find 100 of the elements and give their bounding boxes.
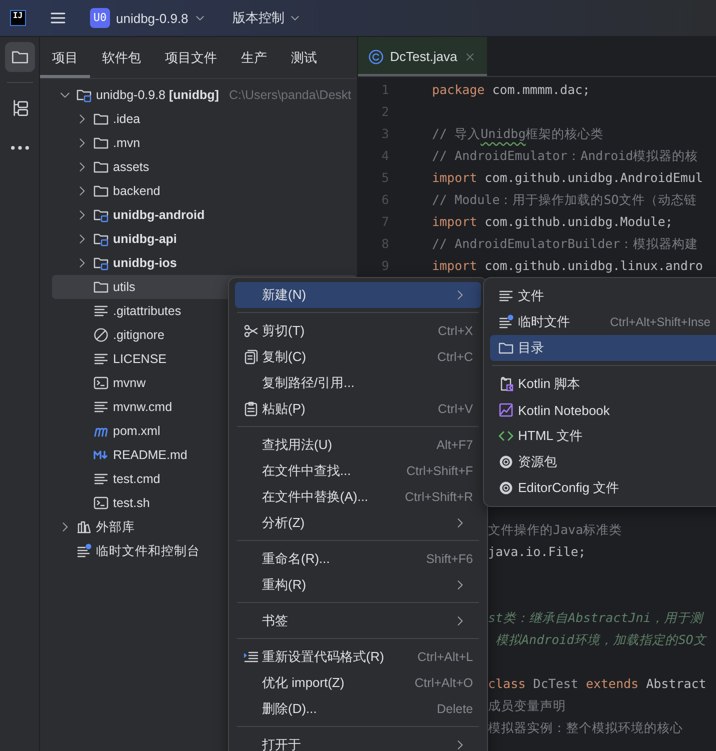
menu-item[interactable]: 优化 import(Z) Ctrl+Alt+O: [235, 670, 481, 696]
menu-item[interactable]: Kotlin 脚本: [490, 371, 716, 397]
panel-tab[interactable]: 测试: [279, 37, 329, 78]
menu-item[interactable]: 文件: [490, 283, 716, 309]
shortcut-text: Delete: [436, 702, 473, 716]
menu-item[interactable]: 粘贴(P) Ctrl+V: [235, 396, 481, 422]
tree-item[interactable]: unidbg-android: [52, 203, 357, 227]
notebook-chart-icon: [498, 402, 514, 418]
tree-item[interactable]: unidbg-api: [52, 227, 357, 251]
text-file-icon: [93, 399, 109, 415]
code-line: 文件操作的Java标准类: [488, 521, 622, 539]
scissors-icon: [243, 323, 259, 339]
text-file-icon: [93, 471, 109, 487]
menu-item[interactable]: 删除(D)... Delete: [235, 696, 481, 722]
project-switcher[interactable]: U0 unidbg-0.9.8: [90, 8, 206, 28]
project-badge: U0: [90, 8, 110, 28]
module-folder-icon: [93, 255, 109, 271]
menu-item[interactable]: 新建(N): [235, 282, 481, 308]
shortcut-text: Alt+F7: [436, 438, 473, 452]
reformat-icon: [243, 649, 259, 665]
tree-item[interactable]: assets: [52, 155, 357, 179]
module-folder-icon: [93, 231, 109, 247]
app-logo: IJ: [10, 10, 26, 26]
menu-item[interactable]: 分析(Z): [235, 510, 481, 536]
shortcut-text: Ctrl+Alt+L: [417, 650, 473, 664]
menu-item[interactable]: 目录: [490, 335, 716, 361]
menu-item[interactable]: 资源包: [490, 449, 716, 475]
menu-item[interactable]: EditorConfig 文件: [490, 475, 716, 501]
scratch-file-icon: [498, 314, 514, 330]
terminal-icon: [93, 375, 109, 391]
module-folder-icon: [76, 87, 92, 103]
tree-item[interactable]: unidbg-0.9.8 [unidbg] C:\Users\panda\Deskt: [52, 83, 357, 107]
shortcut-text: Ctrl+X: [438, 324, 473, 338]
code-line: // AndroidEmulator：Android模拟器的核: [432, 147, 698, 165]
text-file-icon: [498, 288, 514, 304]
panel-tab[interactable]: 软件包: [90, 37, 153, 78]
panel-tab[interactable]: 项目文件: [153, 37, 229, 78]
menu-item[interactable]: 临时文件 Ctrl+Alt+Shift+Inse: [490, 309, 716, 335]
menu-item[interactable]: HTML 文件: [490, 423, 716, 449]
class-icon: [368, 48, 384, 64]
menu-item[interactable]: 复制路径/引用...: [235, 370, 481, 396]
structure-icon: [10, 99, 28, 117]
terminal-icon: [93, 495, 109, 511]
tree-item[interactable]: .mvn: [52, 131, 357, 155]
module-folder-icon: [93, 207, 109, 223]
vcs-menu[interactable]: 版本控制: [232, 9, 302, 27]
code-line: // Module：用于操作加载的SO文件（动态链: [432, 191, 697, 209]
code-line: // AndroidEmulatorBuilder：模拟器构建: [432, 235, 698, 253]
code-line: 成员变量声明: [488, 697, 566, 715]
folder-icon: [93, 183, 109, 199]
more-icon: [10, 146, 28, 150]
panel-tab[interactable]: 项目: [40, 37, 90, 78]
code-line: import com.github.unidbg.linux.andro: [432, 257, 703, 275]
text-file-icon: [93, 351, 109, 367]
menu-item[interactable]: 重构(R): [235, 572, 481, 598]
code-line: package com.mmmm.dac;: [432, 81, 590, 99]
tree-item[interactable]: .idea: [52, 107, 357, 131]
folder-icon: [93, 135, 109, 151]
code-line: import com.github.unidbg.Module;: [432, 213, 673, 231]
code-line: st类：继承自AbstractJni，用于测: [488, 609, 703, 627]
project-tool-button[interactable]: [4, 42, 34, 72]
tree-item[interactable]: unidbg-ios: [52, 251, 357, 275]
menu-item[interactable]: Kotlin Notebook: [490, 397, 716, 423]
code-line: // 导入Unidbg框架的核心类: [432, 125, 604, 143]
code-line: class DcTest extends Abstract: [488, 675, 706, 693]
shortcut-text: Ctrl+Shift+F: [406, 464, 473, 478]
shortcut-text: Ctrl+V: [438, 402, 473, 416]
code-line: java.io.File;: [488, 543, 586, 561]
folder-icon: [93, 159, 109, 175]
menu-item[interactable]: 查找用法(U) Alt+F7: [235, 432, 481, 458]
menu-item[interactable]: 在文件中替换(A)... Ctrl+Shift+R: [235, 484, 481, 510]
menu-icon[interactable]: [50, 10, 66, 26]
menu-item[interactable]: 剪切(T) Ctrl+X: [235, 318, 481, 344]
shortcut-text: Ctrl+Alt+Shift+Inse: [610, 315, 710, 329]
library-icon: [76, 519, 92, 535]
code-line: 模拟Android环境，加载指定的SO文: [494, 631, 706, 649]
kotlin-script-icon: [498, 376, 514, 392]
folder-icon: [93, 279, 109, 295]
shortcut-text: Ctrl+C: [437, 350, 473, 364]
menu-item[interactable]: 在文件中查找... Ctrl+Shift+F: [235, 458, 481, 484]
folder-icon: [93, 111, 109, 127]
shortcut-text: Ctrl+Alt+O: [414, 676, 473, 690]
menu-item[interactable]: 书签: [235, 608, 481, 634]
shortcut-text: Shift+F6: [426, 552, 473, 566]
shortcut-text: Ctrl+Shift+R: [404, 490, 473, 504]
editor-tab[interactable]: DcTest.java: [358, 37, 488, 76]
folder-icon: [498, 340, 514, 356]
menu-item[interactable]: 重新设置代码格式(R) Ctrl+Alt+L: [235, 644, 481, 670]
prohibited-icon: [93, 327, 109, 343]
clipboard-icon: [243, 401, 259, 417]
tree-item[interactable]: backend: [52, 179, 357, 203]
menu-item[interactable]: 复制(C) Ctrl+C: [235, 344, 481, 370]
menu-item[interactable]: 打开于: [235, 732, 481, 751]
menu-item[interactable]: 重命名(R)... Shift+F6: [235, 546, 481, 572]
copy-icon: [243, 349, 259, 365]
text-file-icon: [93, 303, 109, 319]
scratch-file-icon: [76, 543, 92, 559]
panel-tab[interactable]: 生产: [229, 37, 279, 78]
code-line: 模拟器实例：整个模拟环境的核心: [488, 719, 683, 737]
path-text: C:\Users\panda\Deskt: [228, 88, 352, 102]
